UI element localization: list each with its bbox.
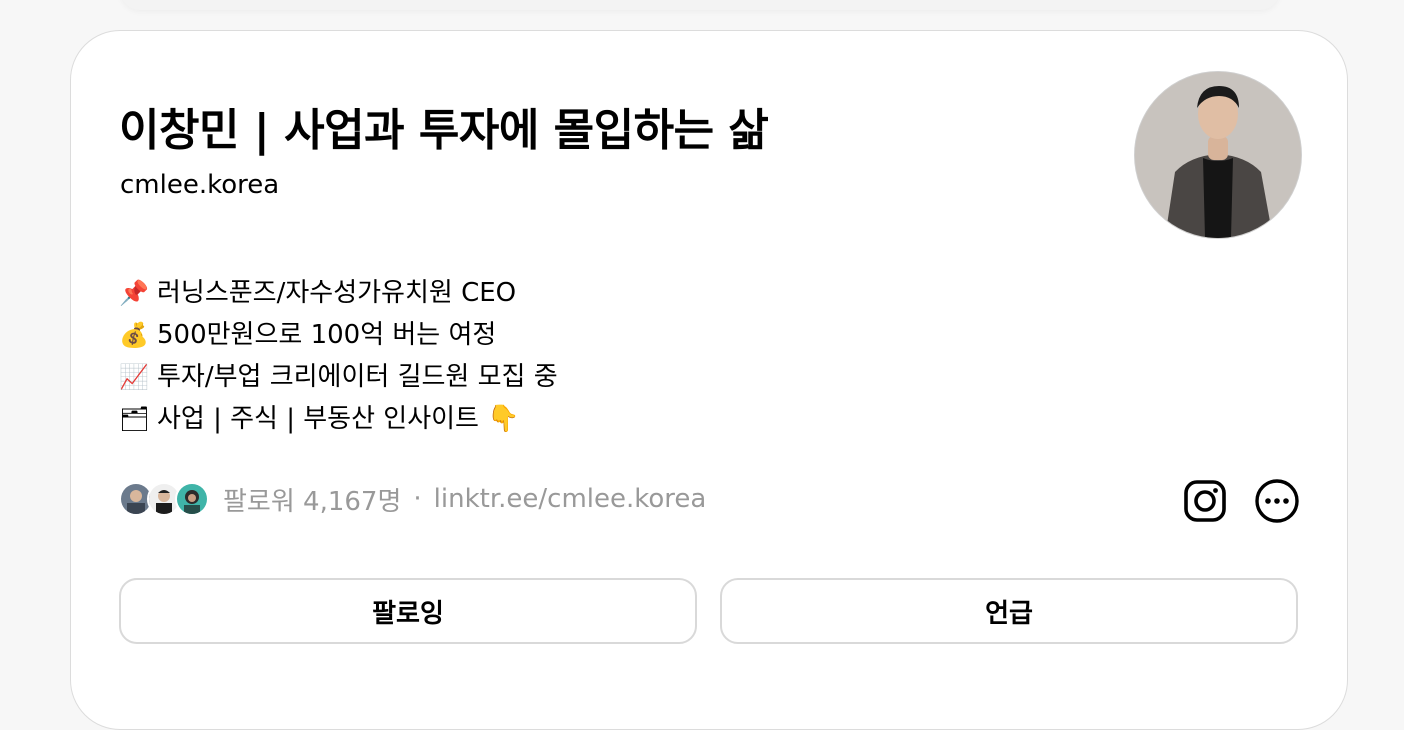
- chart-increasing-icon: 📈: [119, 363, 149, 391]
- previous-card-edge: [120, 0, 1280, 10]
- money-bag-icon: 💰: [119, 321, 149, 349]
- instagram-icon[interactable]: [1181, 477, 1229, 525]
- bio-text: 러닝스푼즈/자수성가유치원 CEO: [157, 278, 517, 308]
- profile-handle: cmlee.korea: [120, 170, 280, 200]
- bio-line: 💰 500만원으로 100억 버는 여정: [119, 314, 558, 356]
- card-index-icon: 🗂: [119, 405, 150, 433]
- more-options-icon[interactable]: [1253, 477, 1301, 525]
- profile-meta: 팔로워 4,167명 · linktr.ee/cmlee.korea: [119, 477, 706, 521]
- profile-card: 이창민 | 사업과 투자에 몰입하는 삶 cmlee.korea 📌 러닝스푼즈…: [70, 30, 1348, 730]
- following-button[interactable]: 팔로잉: [119, 578, 697, 644]
- bio-text: 투자/부업 크리에이터 길드원 모집 중: [157, 362, 558, 392]
- bio-line: 🗂 사업 | 주식 | 부동산 인사이트 👇: [119, 398, 558, 440]
- profile-link[interactable]: linktr.ee/cmlee.korea: [434, 484, 707, 514]
- bio-line: 📌 러닝스푼즈/자수성가유치원 CEO: [119, 272, 558, 314]
- follower-avatar: [175, 482, 209, 516]
- follower-count[interactable]: 팔로워 4,167명: [223, 481, 401, 518]
- meta-separator: ·: [413, 484, 422, 514]
- profile-bio: 📌 러닝스푼즈/자수성가유치원 CEO 💰 500만원으로 100억 버는 여정…: [119, 272, 558, 440]
- profile-avatar[interactable]: [1134, 71, 1302, 239]
- bio-text: 사업 | 주식 | 부동산 인사이트 👇: [157, 404, 520, 434]
- follower-avatars[interactable]: [119, 482, 209, 516]
- bio-line: 📈 투자/부업 크리에이터 길드원 모집 중: [119, 356, 558, 398]
- bio-text: 500만원으로 100억 버는 여정: [157, 320, 497, 350]
- profile-photo: [1135, 72, 1301, 238]
- mention-button[interactable]: 언급: [720, 578, 1298, 644]
- pushpin-icon: 📌: [119, 279, 149, 307]
- profile-name: 이창민 | 사업과 투자에 몰입하는 삶: [119, 105, 769, 156]
